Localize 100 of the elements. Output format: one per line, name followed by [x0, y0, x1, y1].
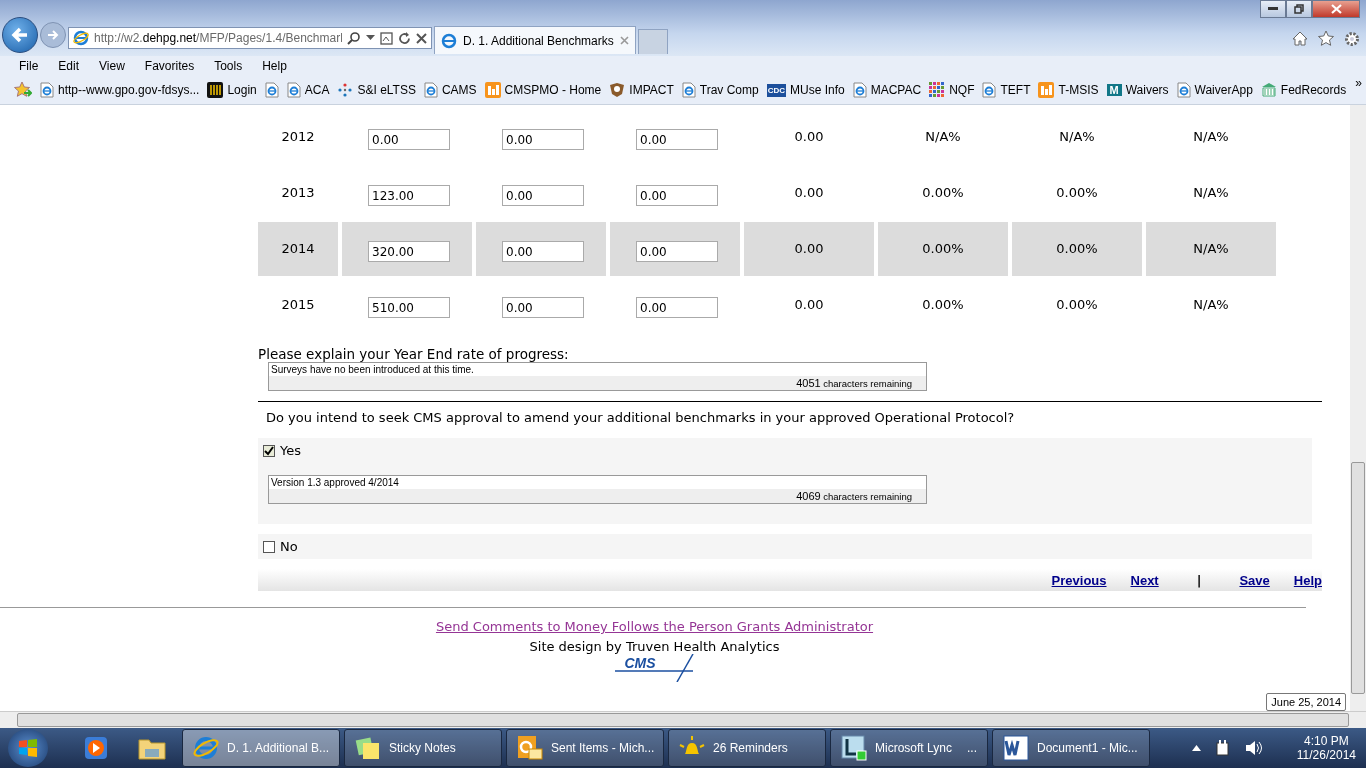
- favorite-link[interactable]: Trav Comp: [681, 82, 759, 98]
- browser-tab[interactable]: D. 1. Additional Benchmarks: [434, 26, 636, 54]
- checkbox[interactable]: [263, 444, 275, 457]
- value-cell: 0.00: [794, 297, 824, 312]
- page-icon: [982, 82, 997, 98]
- amount-input[interactable]: 0.00: [368, 129, 450, 150]
- comments-link[interactable]: Send Comments to Money Follows the Person Grants Administrator: [435, 619, 874, 634]
- speaker-icon[interactable]: [1244, 740, 1263, 756]
- nav-link[interactable]: Help: [1293, 572, 1322, 588]
- menu-item[interactable]: Tools: [214, 59, 243, 73]
- amount-input[interactable]: 0.00: [636, 297, 718, 318]
- taskbar-window-button[interactable]: Microsoft Lync ...: [830, 729, 988, 767]
- amount-input[interactable]: 0.00: [636, 241, 718, 262]
- amount-input[interactable]: 0.00: [502, 129, 584, 150]
- checkbox[interactable]: [263, 540, 275, 553]
- favorites-star-icon[interactable]: [14, 82, 32, 98]
- favorite-link[interactable]: http--www.gpo.gov-fdsys...: [40, 82, 200, 98]
- close-icon[interactable]: [416, 32, 427, 44]
- power-plug-icon[interactable]: [1214, 739, 1231, 757]
- favorite-label: CMSPMO - Home: [504, 83, 602, 97]
- show-hidden-icons-icon[interactable]: [1191, 745, 1201, 751]
- nav-link[interactable]: Save: [1239, 572, 1270, 588]
- nav-link[interactable]: Next: [1130, 572, 1159, 588]
- clock[interactable]: 4:10 PM 11/26/2014: [1296, 734, 1356, 762]
- favorite-label: CAMS: [441, 83, 477, 97]
- restore-button[interactable]: [1286, 0, 1312, 18]
- value-cell: N/A%: [925, 129, 961, 144]
- favorite-link[interactable]: ACA: [286, 82, 330, 98]
- star-icon[interactable]: [1318, 31, 1334, 46]
- favorite-link[interactable]: MACPAC: [852, 82, 922, 98]
- value-cell: 0.00%: [922, 185, 964, 200]
- chart-icon: [484, 82, 501, 98]
- menu-item[interactable]: View: [99, 59, 125, 73]
- page-icon: [423, 82, 438, 98]
- amount-input[interactable]: 0.00: [502, 185, 584, 206]
- progress-textarea[interactable]: Surveys have no been introduced at this time. 4051 characters remaining: [268, 362, 927, 391]
- windows-logo-icon: [17, 737, 39, 759]
- menu-item[interactable]: Favorites: [144, 59, 195, 73]
- separator-text: |: [1196, 572, 1202, 588]
- favorite-link[interactable]: TEFT: [982, 82, 1031, 98]
- explanation-textarea[interactable]: Version 1.3 approved 4/2014 4069 characters remaining: [268, 475, 927, 504]
- taskbar-window-button[interactable]: Sent Items - Mich...: [506, 729, 664, 767]
- amount-input[interactable]: 123.00: [368, 185, 450, 206]
- favorite-link[interactable]: CDC MUse Info: [766, 83, 845, 97]
- favorite-link[interactable]: WaiverApp: [1176, 82, 1253, 98]
- amount-input[interactable]: 0.00: [636, 185, 718, 206]
- value-cell: 0.00%: [922, 297, 964, 312]
- start-button[interactable]: [8, 729, 48, 767]
- minimize-button[interactable]: [1260, 0, 1286, 18]
- logo-icon: CDC: [766, 83, 786, 97]
- settings-icon[interactable]: [1344, 31, 1360, 47]
- menu-item[interactable]: File: [19, 59, 39, 73]
- favorite-link[interactable]: CMSPMO - Home: [484, 82, 602, 98]
- chart-icon: [1038, 82, 1055, 98]
- favorite-link[interactable]: CAMS: [423, 82, 477, 98]
- year-cell: 2014: [281, 241, 315, 256]
- forward-button[interactable]: [40, 22, 66, 48]
- favorite-link[interactable]: M Waivers: [1106, 83, 1169, 97]
- favorite-link[interactable]: IMPACT: [609, 82, 674, 98]
- horizontal-scrollbar[interactable]: [0, 711, 1366, 728]
- characters-remaining: 4051 characters remaining: [269, 376, 926, 390]
- taskbar-window-button[interactable]: 26 Reminders: [668, 729, 826, 767]
- favorite-link[interactable]: NQF: [929, 82, 975, 98]
- more-favorites-button[interactable]: »: [1355, 76, 1362, 90]
- favorite-link[interactable]: FedRecords: [1260, 82, 1347, 98]
- search-icon[interactable]: [347, 31, 361, 45]
- amount-input[interactable]: 320.00: [368, 241, 450, 262]
- favorite-link[interactable]: [264, 82, 279, 98]
- address-text: http://w2.dehpg.net/MFP/Pages/1.4/Benchmarl: [94, 31, 342, 45]
- page-icon: [852, 82, 867, 98]
- menu-item[interactable]: Edit: [58, 59, 80, 73]
- amount-input[interactable]: 0.00: [636, 129, 718, 150]
- dots-icon: [337, 82, 354, 98]
- favorite-link[interactable]: S&I eLTSS: [337, 82, 416, 98]
- nav-link[interactable]: Previous: [1051, 572, 1107, 588]
- favorite-label: MACPAC: [870, 83, 922, 97]
- cms-logo: CMS: [614, 654, 695, 682]
- compatibility-icon[interactable]: [380, 31, 393, 45]
- favorite-link[interactable]: T-MSIS: [1038, 82, 1099, 98]
- page-icon: [286, 82, 301, 98]
- menu-item[interactable]: Help: [262, 59, 287, 73]
- vertical-scrollbar[interactable]: [1350, 105, 1366, 711]
- value-cell: 0.00%: [922, 241, 964, 256]
- favorite-link[interactable]: Login: [207, 82, 257, 98]
- favorite-label: MUse Info: [790, 83, 845, 97]
- value-cell: 0.00: [794, 185, 824, 200]
- address-bar[interactable]: http://w2.dehpg.net/MFP/Pages/1.4/Benchmarl: [68, 27, 432, 49]
- amount-input[interactable]: 0.00: [502, 297, 584, 318]
- back-button[interactable]: [2, 17, 38, 53]
- taskbar-window-button[interactable]: Document1 - Mic...: [992, 729, 1150, 767]
- page-icon: [264, 82, 279, 98]
- refresh-icon[interactable]: [398, 31, 411, 45]
- taskbar-window-button[interactable]: Sticky Notes: [344, 729, 502, 767]
- dropdown-icon[interactable]: [366, 35, 375, 41]
- document-icon: [1003, 735, 1029, 761]
- amount-input[interactable]: 510.00: [368, 297, 450, 318]
- value-cell: 0.00%: [1056, 241, 1098, 256]
- close-button[interactable]: [1312, 0, 1360, 18]
- home-icon[interactable]: [1292, 31, 1308, 46]
- amount-input[interactable]: 0.00: [502, 241, 584, 262]
